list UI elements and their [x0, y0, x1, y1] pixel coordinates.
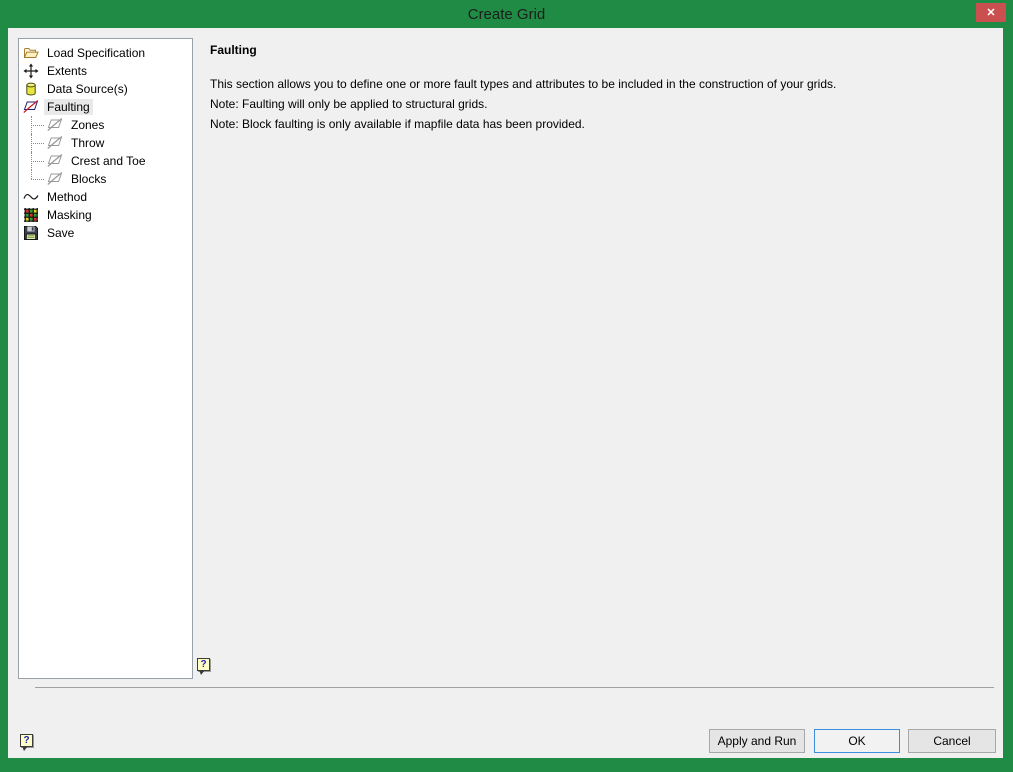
fault-gray-icon: [47, 171, 63, 187]
fault-gray-icon: [47, 153, 63, 169]
sidebar-item-label: Extents: [44, 63, 90, 79]
settings-tree: Load Specification Extents Data Source(s…: [18, 38, 193, 679]
fault-gray-icon: [47, 135, 63, 151]
close-button[interactable]: ✕: [976, 3, 1006, 22]
sidebar-item-label: Faulting: [44, 99, 93, 115]
sidebar-item-blocks[interactable]: Blocks: [19, 170, 192, 188]
sidebar-item-label: Masking: [44, 207, 95, 223]
sidebar-item-zones[interactable]: Zones: [19, 116, 192, 134]
sidebar-item-label: Crest and Toe: [68, 153, 149, 169]
help-icon[interactable]: ?: [20, 734, 33, 747]
apply-and-run-button[interactable]: Apply and Run: [709, 729, 805, 753]
help-icon[interactable]: ?: [197, 658, 210, 671]
sidebar-item-label: Throw: [68, 135, 107, 151]
footer-separator: [35, 687, 994, 688]
tree-connector: [19, 134, 47, 152]
sine-wave-icon: [23, 189, 39, 205]
sidebar-item-data-sources[interactable]: Data Source(s): [19, 80, 192, 98]
description-note-2: Note: Block faulting is only available i…: [210, 114, 836, 134]
sidebar-item-faulting[interactable]: Faulting: [19, 98, 192, 116]
fault-icon: [23, 99, 39, 115]
help-glyph: ?: [200, 659, 206, 670]
sidebar-item-label: Save: [44, 225, 77, 241]
page-title: Faulting: [210, 43, 257, 57]
floppy-disk-icon: [23, 225, 39, 241]
sidebar-item-label: Method: [44, 189, 90, 205]
description-note-1: Note: Faulting will only be applied to s…: [210, 94, 836, 114]
sidebar-item-throw[interactable]: Throw: [19, 134, 192, 152]
titlebar: Create Grid ✕: [0, 0, 1013, 28]
sidebar-item-label: Data Source(s): [44, 81, 131, 97]
database-icon: [23, 81, 39, 97]
sidebar-item-save[interactable]: Save: [19, 224, 192, 242]
help-glyph: ?: [23, 735, 29, 746]
fault-gray-icon: [47, 117, 63, 133]
cancel-button[interactable]: Cancel: [908, 729, 996, 753]
description-line: This section allows you to define one or…: [210, 74, 836, 94]
tree-connector: [19, 152, 47, 170]
sidebar-item-crest-and-toe[interactable]: Crest and Toe: [19, 152, 192, 170]
dialog-client-area: Load Specification Extents Data Source(s…: [8, 28, 1003, 758]
tree-connector: [19, 170, 47, 188]
close-icon: ✕: [986, 6, 995, 19]
sidebar-item-label: Load Specification: [44, 45, 148, 61]
page-description: This section allows you to define one or…: [210, 74, 836, 134]
sidebar-item-method[interactable]: Method: [19, 188, 192, 206]
sidebar-item-label: Blocks: [68, 171, 109, 187]
open-folder-icon: [23, 45, 39, 61]
window-title: Create Grid: [468, 6, 546, 23]
extents-arrows-icon: [23, 63, 39, 79]
grid-mask-icon: [23, 207, 39, 223]
sidebar-item-masking[interactable]: Masking: [19, 206, 192, 224]
ok-button[interactable]: OK: [814, 729, 900, 753]
sidebar-item-label: Zones: [68, 117, 107, 133]
sidebar-item-load-specification[interactable]: Load Specification: [19, 44, 192, 62]
tree-connector: [19, 116, 47, 134]
sidebar-item-extents[interactable]: Extents: [19, 62, 192, 80]
